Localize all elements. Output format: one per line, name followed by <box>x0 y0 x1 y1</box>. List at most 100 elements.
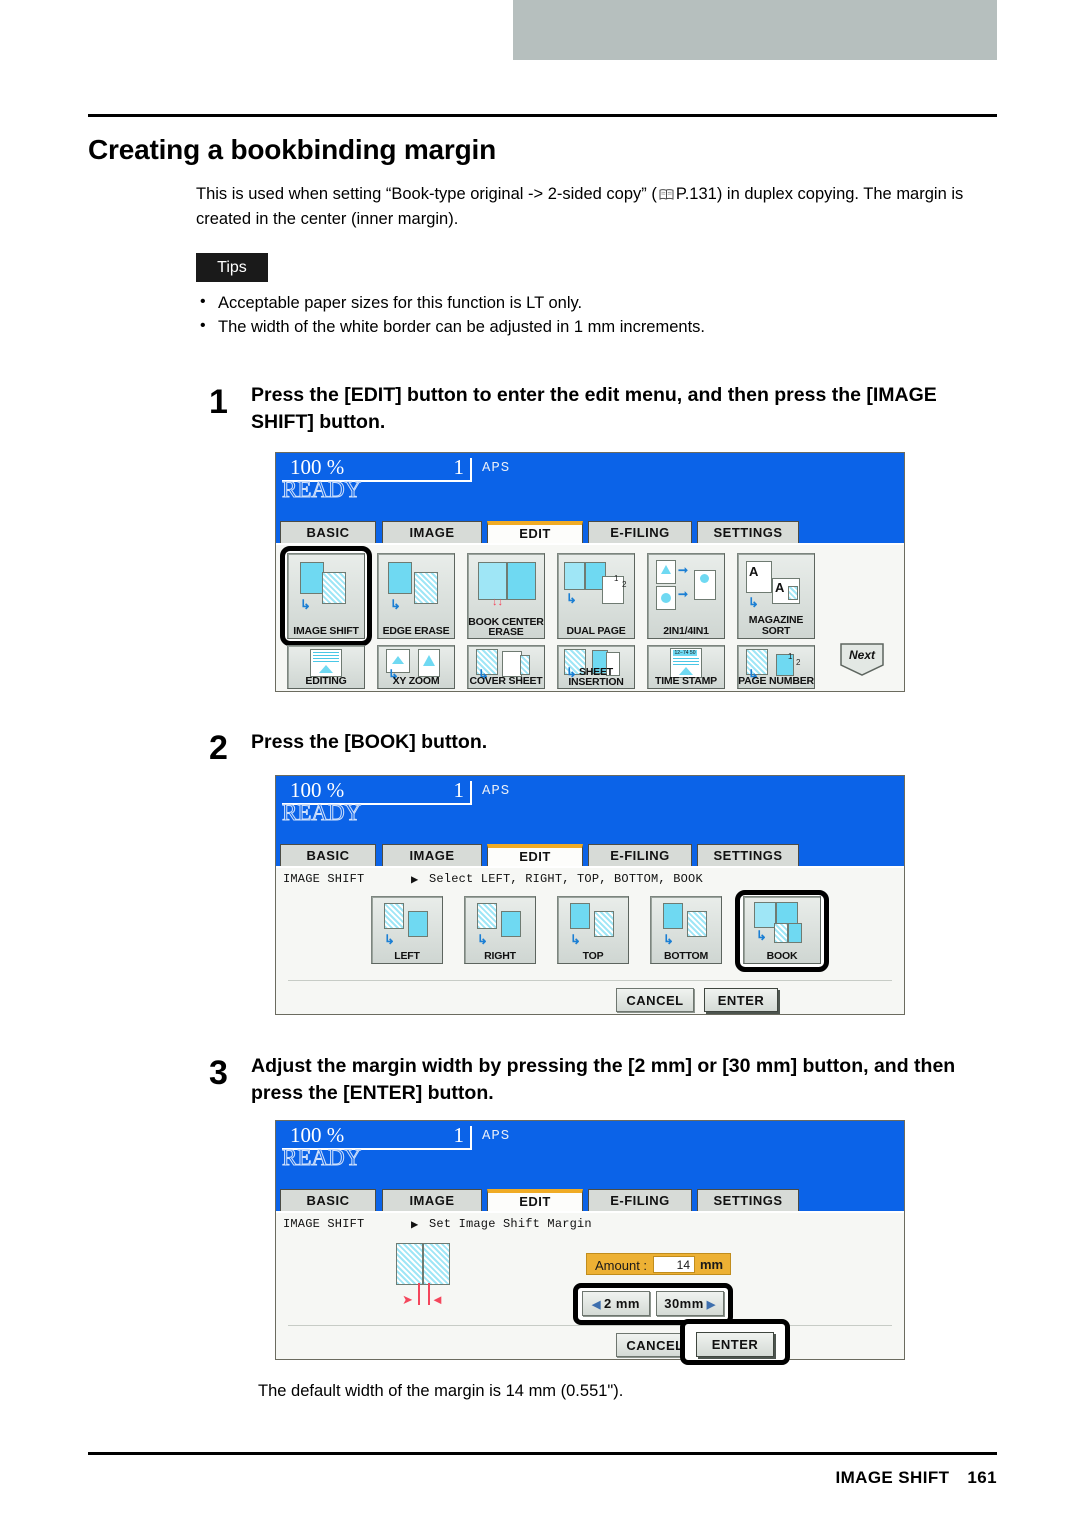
increase-margin-button[interactable]: 30mm ▶ <box>656 1291 724 1316</box>
step-3-number: 3 <box>209 1054 228 1092</box>
status-text: READY <box>281 477 362 503</box>
menu-button-page-number[interactable]: 1 2 ↳ PAGE NUMBER <box>737 645 815 689</box>
shift-arrow-icon: ↳ <box>570 932 581 947</box>
tips-list: Acceptable paper sizes for this function… <box>196 290 998 339</box>
menu-button-label: EDGE ERASE <box>382 624 450 637</box>
screen-2-status-line: IMAGE SHIFT ▶ Select LEFT, RIGHT, TOP, B… <box>283 872 703 887</box>
menu-button-book-center-erase[interactable]: ↓↓ BOOK CENTER ERASE <box>467 553 545 639</box>
tab-image[interactable]: IMAGE <box>382 844 482 866</box>
tab-bar: BASIC IMAGE EDIT E-FILING SETTINGS <box>276 521 904 545</box>
tab-basic[interactable]: BASIC <box>280 521 376 543</box>
margin-arrow-right-icon: ➤ <box>402 1292 413 1307</box>
option-label: BOOK <box>766 949 798 962</box>
menu-button-magazine-sort[interactable]: A A ↳ MAGAZINE SORT <box>737 553 815 639</box>
footer: IMAGE SHIFT 161 <box>835 1468 997 1488</box>
status-text: READY <box>281 800 362 826</box>
tab-e-filing[interactable]: E-FILING <box>588 844 692 866</box>
tab-settings[interactable]: SETTINGS <box>697 844 799 866</box>
copy-count-value: 1 <box>453 778 465 802</box>
menu-button-label: TIME STAMP <box>655 674 717 687</box>
divider <box>288 980 892 981</box>
lcd-header: 100 % 1 APS READY <box>276 1121 904 1189</box>
amount-caption: Amount : <box>595 1258 648 1273</box>
open-book-icon <box>564 562 606 590</box>
screen-2-body: IMAGE SHIFT ▶ Select LEFT, RIGHT, TOP, B… <box>276 868 904 1014</box>
status-text: READY <box>281 1145 362 1171</box>
enter-button[interactable]: ENTER <box>696 1332 774 1357</box>
tab-settings[interactable]: SETTINGS <box>697 1189 799 1211</box>
intro-paragraph: This is used when setting “Book-type ori… <box>196 182 998 232</box>
menu-button-label: SHEET INSERTION <box>568 666 624 688</box>
shift-arrow-icon: ↳ <box>384 932 395 947</box>
shift-option-bottom[interactable]: ↳ BOTTOM <box>650 896 722 964</box>
next-button[interactable]: Next <box>839 643 885 677</box>
shift-option-right[interactable]: ↳ RIGHT <box>464 896 536 964</box>
shift-arrow-icon: ↳ <box>663 932 674 947</box>
shift-arrow-icon: ↳ <box>390 597 401 612</box>
menu-button-edge-erase[interactable]: ↳ EDGE ERASE <box>377 553 455 639</box>
menu-button-xy-zoom[interactable]: ↳ XY ZOOM <box>377 645 455 689</box>
menu-button-editing[interactable]: EDITING <box>287 645 365 689</box>
shift-option-left[interactable]: ↳ LEFT <box>371 896 443 964</box>
tab-image[interactable]: IMAGE <box>382 1189 482 1211</box>
tab-settings[interactable]: SETTINGS <box>697 521 799 543</box>
document-page: Creating a bookbinding margin This is us… <box>0 0 1080 1526</box>
status-arrow-icon: ▶ <box>411 873 419 887</box>
step-2-text: Press the [BOOK] button. <box>251 731 488 753</box>
increase-margin-label: 30mm <box>664 1296 704 1311</box>
step-2-number: 2 <box>209 729 228 767</box>
tab-bar: BASIC IMAGE EDIT E-FILING SETTINGS <box>276 1189 904 1213</box>
open-book-icon <box>478 562 536 600</box>
menu-button-label: BOOK CENTER ERASE <box>468 616 544 638</box>
shift-arrow-icon: ↳ <box>300 597 311 612</box>
tab-e-filing[interactable]: E-FILING <box>588 1189 692 1211</box>
amount-value: 14 <box>653 1256 695 1273</box>
copy-count-value: 1 <box>453 1123 465 1147</box>
copier-screen-1[interactable]: 100 % 1 APS READY BASIC IMAGE EDIT E-FIL… <box>275 452 905 692</box>
step-1-number: 1 <box>209 383 228 421</box>
menu-button-label: EDITING <box>305 674 347 687</box>
paper-mode-label: APS <box>482 1128 511 1144</box>
menu-button-2in1-4in1[interactable]: ➞ ➞ 2IN1/4IN1 <box>647 553 725 639</box>
shift-arrow-icon: ↳ <box>748 595 759 610</box>
step-3-text: Adjust the margin width by pressing the … <box>251 1055 956 1104</box>
tab-e-filing[interactable]: E-FILING <box>588 521 692 543</box>
menu-button-label: XY ZOOM <box>392 674 440 687</box>
tab-basic[interactable]: BASIC <box>280 1189 376 1211</box>
margin-arrow-left-icon: ◄ <box>431 1292 444 1307</box>
menu-button-dual-page[interactable]: 1 2 ↳ DUAL PAGE <box>557 553 635 639</box>
copier-screen-3[interactable]: 100 % 1 APS READY BASIC IMAGE EDIT E-FIL… <box>275 1120 905 1365</box>
paper-mode-label: APS <box>482 783 511 799</box>
option-label: TOP <box>582 949 604 962</box>
footer-section-title: IMAGE SHIFT <box>835 1468 950 1487</box>
time-stamp-value: 12−74 50 <box>673 650 697 656</box>
status-arrow-icon: ▶ <box>411 1218 419 1232</box>
list-item: Acceptable paper sizes for this function… <box>196 290 998 315</box>
shift-option-book[interactable]: ↳ BOOK <box>743 896 821 964</box>
header-rule <box>88 114 997 117</box>
copier-screen-2[interactable]: 100 % 1 APS READY BASIC IMAGE EDIT E-FIL… <box>275 775 905 1015</box>
decrease-margin-button[interactable]: ◀ 2 mm <box>582 1291 650 1316</box>
shift-option-top[interactable]: ↳ TOP <box>557 896 629 964</box>
enter-button[interactable]: ENTER <box>704 988 778 1012</box>
menu-button-label: COVER SHEET <box>469 674 543 687</box>
right-arrow-icon: ▶ <box>706 1299 716 1311</box>
menu-button-image-shift[interactable]: ↳ IMAGE SHIFT <box>287 553 365 639</box>
menu-button-time-stamp[interactable]: 12−74 50 TIME STAMP <box>647 645 725 689</box>
center-marker-icon: ↓↓ <box>492 596 503 608</box>
tab-basic[interactable]: BASIC <box>280 844 376 866</box>
amount-display: Amount : 14 mm <box>586 1253 731 1275</box>
tab-image[interactable]: IMAGE <box>382 521 482 543</box>
tab-edit[interactable]: EDIT <box>487 844 583 866</box>
menu-button-sheet-insertion[interactable]: ↳ SHEET INSERTION <box>557 645 635 689</box>
step-1-text: Press the [EDIT] button to enter the edi… <box>251 384 937 433</box>
menu-button-cover-sheet[interactable]: ↳ COVER SHEET <box>467 645 545 689</box>
divider <box>288 1325 892 1326</box>
cancel-button[interactable]: CANCEL <box>616 988 694 1012</box>
tab-edit[interactable]: EDIT <box>487 1189 583 1211</box>
tab-edit[interactable]: EDIT <box>487 521 583 543</box>
shift-arrow-icon: ↳ <box>756 928 767 943</box>
next-button-label: Next <box>848 648 875 662</box>
status-function-name: IMAGE SHIFT <box>283 872 365 886</box>
book-reference-icon <box>659 184 674 200</box>
